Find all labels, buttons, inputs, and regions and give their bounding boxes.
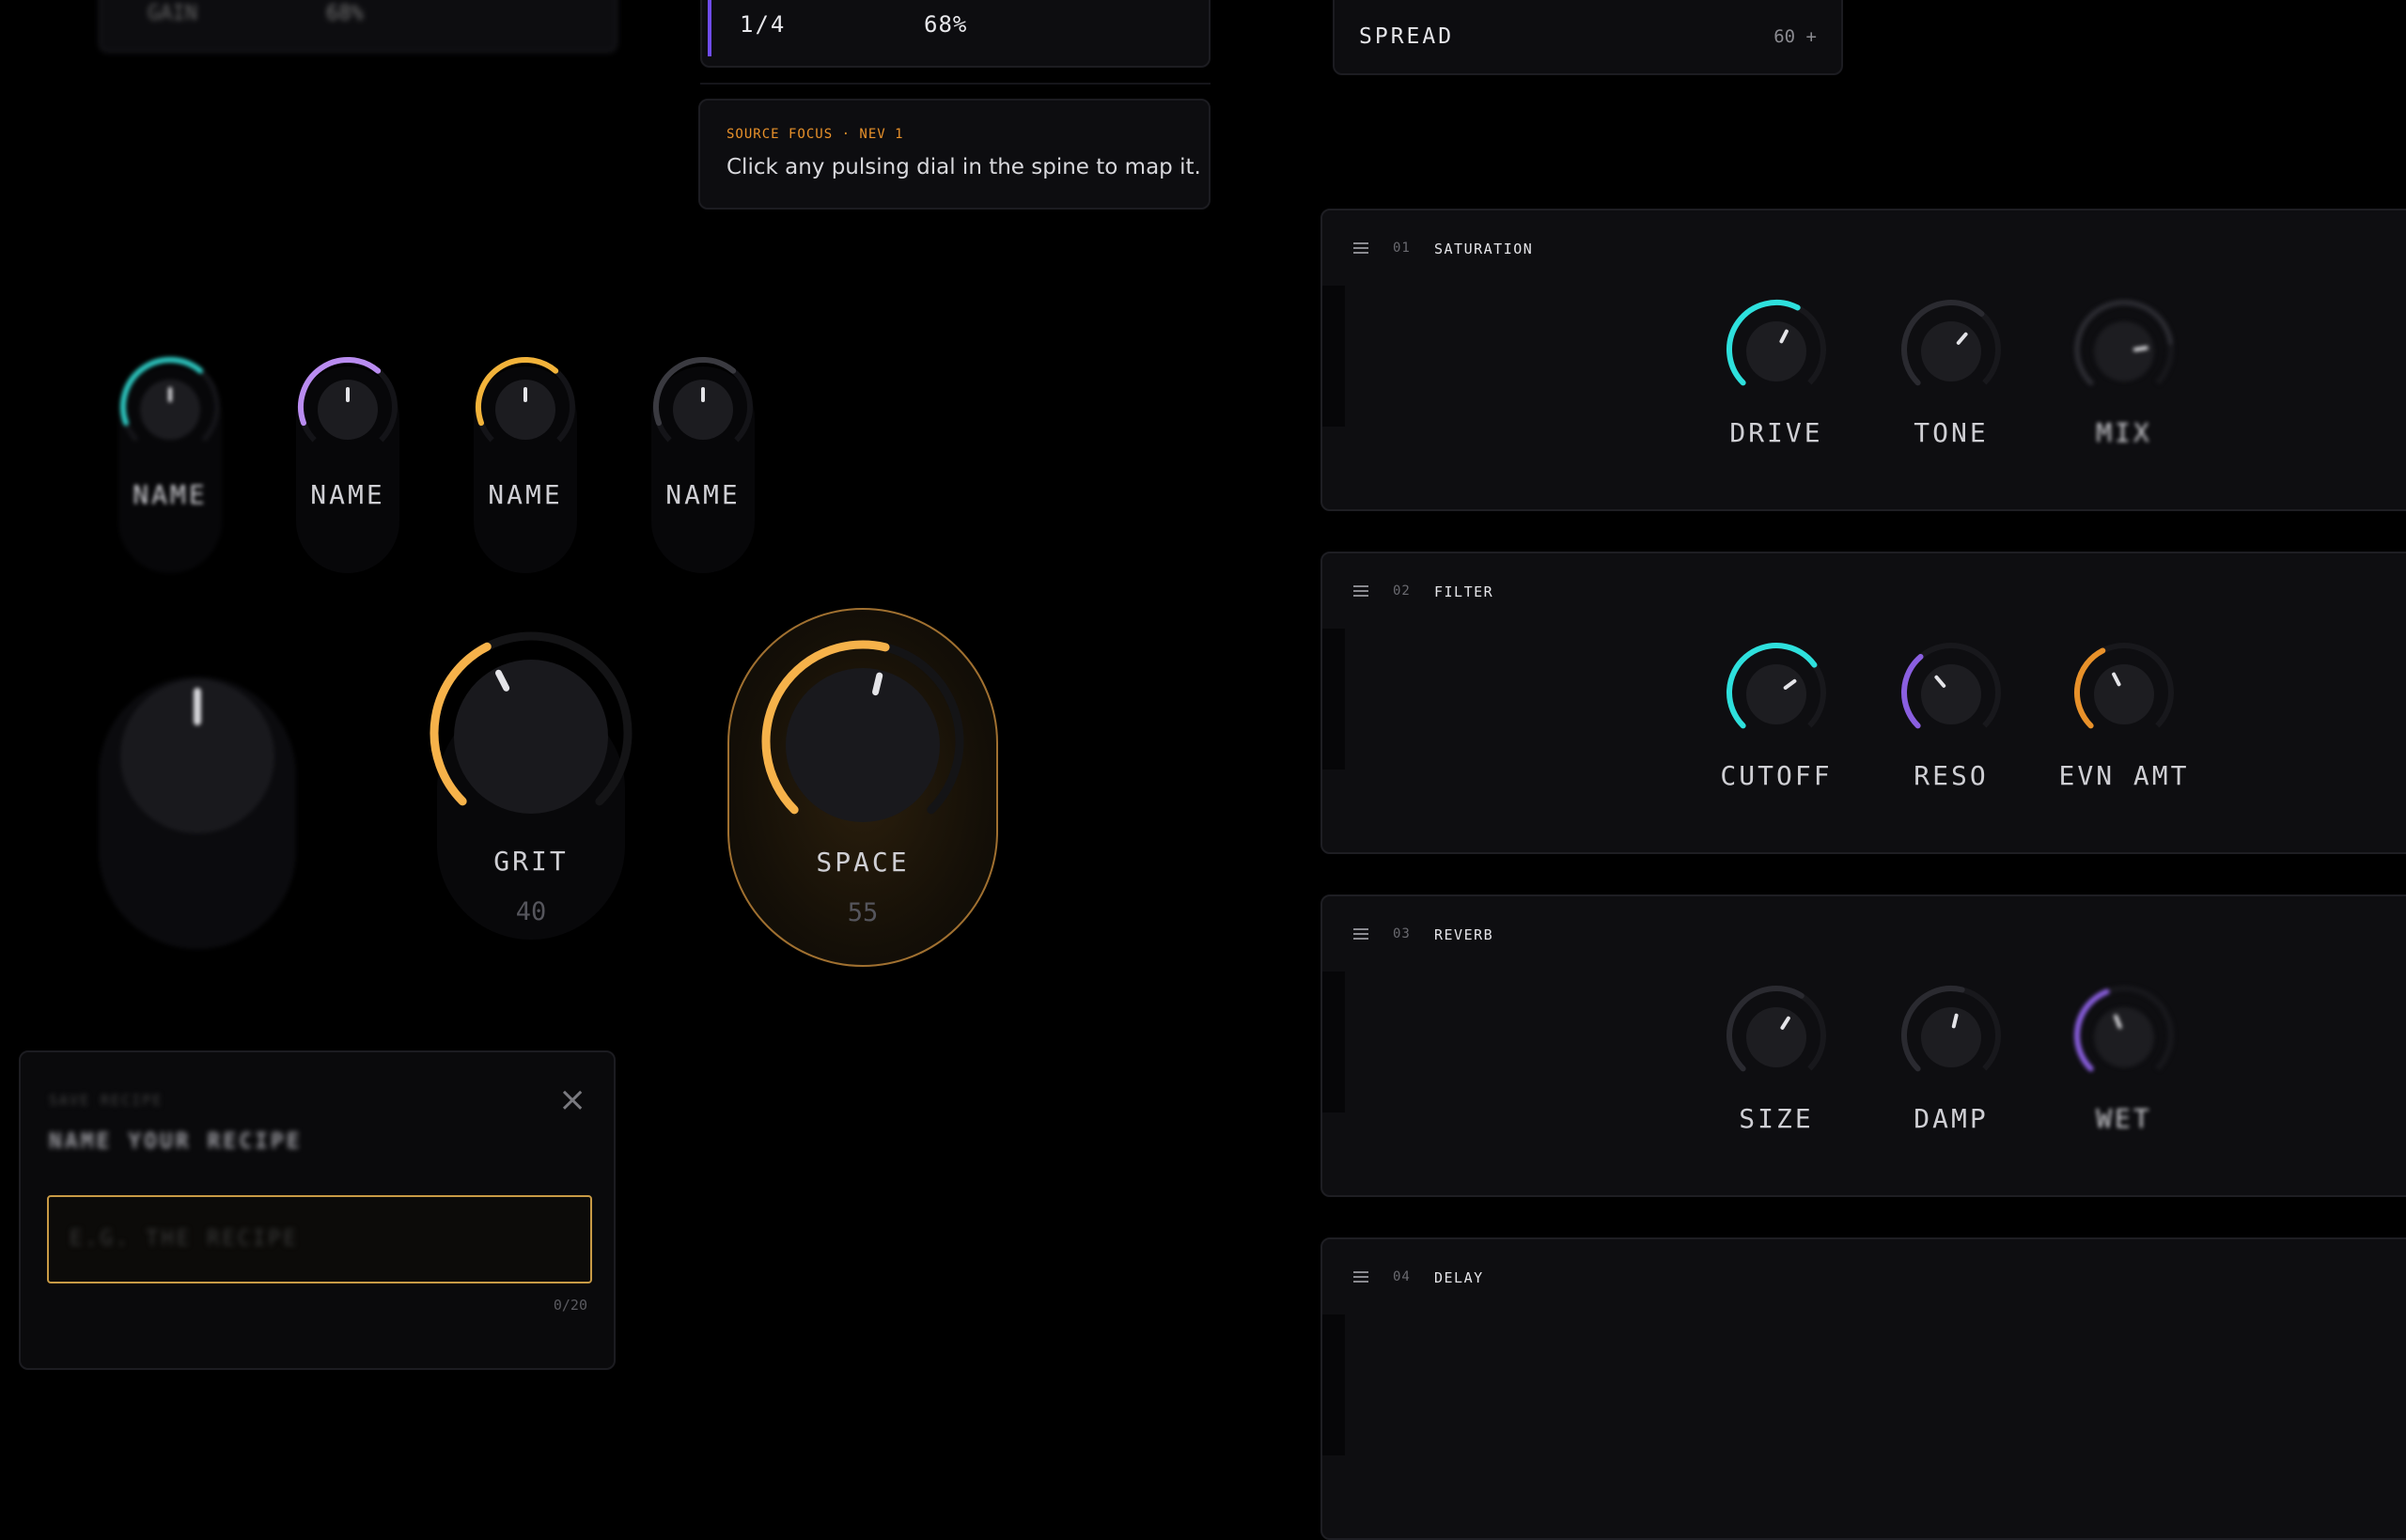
knob-cutoff[interactable]: CUTOFF	[1720, 636, 1833, 824]
mini-knob-dial[interactable]	[111, 348, 229, 466]
knob-size[interactable]: SIZE	[1720, 979, 1833, 1167]
recipe-name-counter: 0/20	[553, 1297, 587, 1314]
grit-label: GRIT	[493, 846, 569, 877]
knob-dial[interactable]	[1895, 293, 2008, 406]
grit-dial[interactable]	[418, 620, 644, 846]
spread-value[interactable]: 60 +	[1773, 26, 1817, 47]
section-name: DELAY	[1434, 1269, 1484, 1286]
recipe-name-placeholder: E.G. THE RECIPE	[70, 1227, 299, 1251]
knob-label: DAMP	[1914, 1103, 1989, 1134]
hint-tag: SOURCE FOCUS · NEV 1	[726, 127, 904, 142]
mini-knob-dial[interactable]	[644, 348, 762, 466]
knob-dial[interactable]	[2068, 636, 2180, 749]
progress-step: 1/4	[740, 11, 787, 38]
knob-tone[interactable]: TONE	[1895, 293, 2008, 481]
knob-dial[interactable]	[1895, 979, 2008, 1092]
section-name: SATURATION	[1434, 241, 1534, 257]
knob-damp[interactable]: DAMP	[1895, 979, 2008, 1167]
mini-knob-label: NAME	[133, 479, 208, 510]
mini-knob-dial[interactable]	[289, 348, 407, 466]
mini-knob-label: NAME	[665, 479, 741, 510]
mini-knob-label: NAME	[310, 479, 385, 510]
knob-dial[interactable]	[1720, 293, 1833, 406]
recipe-name-input[interactable]: E.G. THE RECIPE	[47, 1195, 592, 1283]
section-name: FILTER	[1434, 583, 1494, 600]
section-side-notch	[1322, 629, 1345, 770]
knob-dial[interactable]	[1720, 979, 1833, 1092]
knob-drive[interactable]: DRIVE	[1720, 293, 1833, 481]
knob-wet[interactable]: WET	[2068, 979, 2180, 1167]
knob-label: RESO	[1914, 760, 1989, 791]
drag-handle-icon[interactable]	[1353, 585, 1368, 597]
mini-knob-2[interactable]: NAME	[289, 348, 407, 573]
knob-label: CUTOFF	[1720, 760, 1833, 791]
progress-divider	[700, 83, 1211, 85]
section-number: 01	[1393, 241, 1411, 256]
section-name: REVERB	[1434, 926, 1494, 943]
top-left-col-b: 68%	[326, 2, 364, 25]
progress-card: 1/4 68%	[700, 0, 1211, 68]
hint-text: Click any pulsing dial in the spine to m…	[726, 155, 1201, 179]
mini-knob-3[interactable]: NAME	[466, 348, 585, 573]
hint-card: SOURCE FOCUS · NEV 1 Click any pulsing d…	[698, 99, 1211, 210]
knob-mix[interactable]: MIX	[2068, 293, 2180, 481]
macro-pointer	[872, 672, 883, 696]
progress-percent: 68%	[924, 11, 968, 38]
spread-label: SPREAD	[1359, 24, 1455, 49]
drag-handle-icon[interactable]	[1353, 1271, 1368, 1283]
section-number: 03	[1393, 926, 1411, 941]
space-value: 55	[847, 898, 879, 927]
macro-knob-grit[interactable]: GRIT 40	[418, 620, 644, 958]
knob-label: SIZE	[1739, 1103, 1814, 1134]
knob-dial[interactable]	[1720, 636, 1833, 749]
section-side-notch	[1322, 972, 1345, 1112]
top-left-col-a: GAIN	[148, 2, 197, 25]
knob-evn-amt[interactable]: EVN AMT	[2058, 636, 2187, 824]
top-left-card: GAIN 68%	[99, 0, 617, 53]
knob-dial[interactable]	[1895, 636, 2008, 749]
mini-knob-dial[interactable]	[466, 348, 585, 466]
drag-handle-icon[interactable]	[1353, 928, 1368, 940]
macro-knob-space[interactable]: SPACE 55	[727, 608, 998, 967]
knob-reso[interactable]: RESO	[1895, 636, 2008, 824]
knob-label: MIX	[2096, 417, 2152, 448]
space-dial[interactable]	[750, 629, 976, 854]
mini-knob-label: NAME	[488, 479, 563, 510]
macro-body	[454, 660, 608, 814]
knob-label: WET	[2096, 1103, 2152, 1134]
save-recipe-modal: SAVE RECIPE NAME YOUR RECIPE × E.G. THE …	[19, 1050, 616, 1370]
modal-eyebrow: SAVE RECIPE	[49, 1092, 164, 1109]
macro-body	[786, 668, 940, 822]
section-number: 04	[1393, 1269, 1411, 1284]
modal-title: NAME YOUR RECIPE	[49, 1129, 303, 1154]
mini-knob-4[interactable]: NAME	[644, 348, 762, 573]
progress-accent-bar	[708, 0, 711, 56]
mini-knob-1[interactable]: NAME	[111, 348, 229, 573]
knob-label: DRIVE	[1729, 417, 1823, 448]
space-label: SPACE	[816, 847, 910, 878]
section-number: 02	[1393, 583, 1411, 599]
knob-label: TONE	[1914, 417, 1989, 448]
drag-handle-icon[interactable]	[1353, 242, 1368, 254]
spread-card: SPREAD 60 +	[1333, 0, 1843, 75]
section-side-notch	[1322, 1314, 1345, 1455]
macro-knob-blank[interactable]	[89, 658, 305, 958]
knob-dial[interactable]	[2068, 979, 2180, 1092]
section-side-notch	[1322, 286, 1345, 427]
knob-dial[interactable]	[2068, 293, 2180, 406]
grit-value: 40	[515, 897, 547, 926]
modal-close-icon[interactable]: ×	[558, 1081, 586, 1119]
knob-label: EVN AMT	[2058, 760, 2190, 791]
